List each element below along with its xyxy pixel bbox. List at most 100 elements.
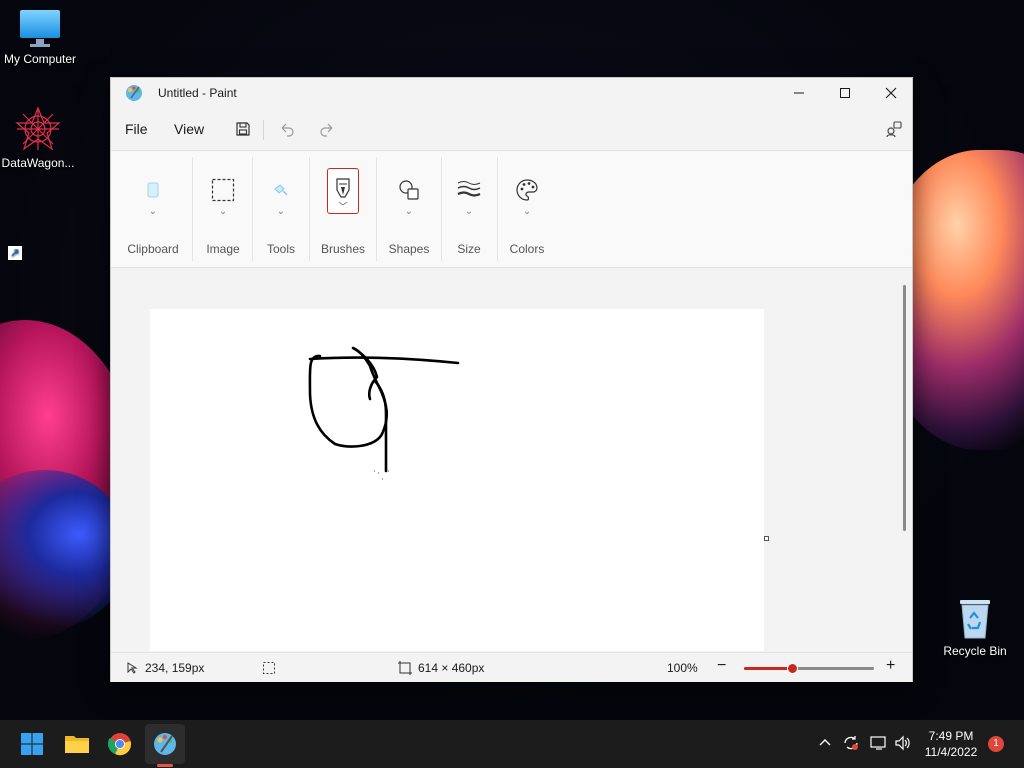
toolbar-divider — [263, 120, 264, 140]
chrome-button[interactable] — [100, 724, 140, 764]
redo-icon — [320, 123, 333, 137]
paint-app-icon — [125, 84, 143, 102]
chevron-down-icon: ⌄ — [404, 206, 414, 217]
ribbon-divider — [252, 157, 253, 261]
file-explorer-button[interactable] — [57, 724, 97, 764]
paint-icon — [154, 733, 176, 755]
maximize-button[interactable] — [822, 78, 868, 108]
canvas-size-text: 614 × 460px — [418, 661, 485, 675]
chevron-down-icon: ⌄ — [148, 206, 158, 217]
cursor-position: 234, 159px — [127, 661, 204, 675]
network-icon — [870, 736, 886, 750]
desktop-icon-recycle-bin[interactable]: Recycle Bin — [935, 596, 1015, 658]
network-tray-button[interactable] — [870, 735, 888, 754]
share-button[interactable] — [882, 118, 906, 140]
datawagon-logo-icon — [15, 106, 61, 152]
shortcut-arrow-icon: ↗ — [8, 246, 22, 260]
ribbon-group-label: Brushes — [320, 242, 366, 256]
zoom-slider[interactable] — [744, 663, 874, 674]
brush-button[interactable] — [327, 168, 359, 214]
minimize-button[interactable] — [776, 78, 822, 108]
sync-icon — [844, 736, 858, 750]
minimize-icon — [794, 92, 804, 94]
canvas-size-icon — [398, 661, 412, 675]
sync-tray-button[interactable] — [842, 735, 860, 754]
zoom-out-button[interactable]: − — [717, 657, 726, 675]
monitor-icon — [18, 8, 62, 48]
tools-icon — [264, 173, 298, 207]
redo-button[interactable] — [315, 118, 339, 140]
clipboard-icon — [136, 173, 170, 207]
desktop-icon-datawagon[interactable]: ↗ DataWagon... — [0, 106, 78, 260]
share-icon — [886, 121, 902, 138]
view-menu[interactable]: View — [174, 121, 204, 137]
canvas-resize-handle[interactable] — [764, 536, 769, 541]
chevron-down-icon: ⌄ — [464, 206, 474, 217]
desktop-icon-my-computer[interactable]: My Computer — [0, 8, 80, 66]
desktop-icon-label: Recycle Bin — [943, 644, 1007, 658]
desktop-icon-label: My Computer — [3, 52, 77, 66]
chevron-down-icon: ⌄ — [276, 206, 286, 217]
save-button[interactable] — [231, 118, 255, 140]
zoom-slider-thumb[interactable] — [787, 663, 799, 674]
ribbon-divider — [497, 157, 498, 261]
ribbon: ⌄ Clipboard ⌄ Image ⌄ Tools Brushes ⌄ Sh… — [111, 150, 912, 268]
undo-icon — [281, 123, 294, 137]
window-title: Untitled - Paint — [158, 86, 237, 100]
close-button[interactable] — [868, 78, 914, 108]
paint-taskbar-button[interactable] — [145, 724, 185, 764]
paint-window: Untitled - Paint File View ⌄ Clipboard ⌄… — [110, 77, 913, 682]
ribbon-group-image[interactable]: ⌄ Image — [193, 151, 253, 269]
ribbon-group-label: Clipboard — [127, 242, 179, 256]
select-icon — [206, 173, 240, 207]
status-bar: 234, 159px 614 × 460px 100% − + — [111, 652, 912, 682]
maximize-icon — [840, 88, 850, 98]
notification-badge[interactable]: 1 — [988, 736, 1004, 752]
menu-bar: File View — [111, 112, 912, 146]
ribbon-group-brushes[interactable]: Brushes — [313, 151, 373, 269]
ribbon-group-size[interactable]: ⌄ Size — [443, 151, 495, 269]
ribbon-group-label: Size — [457, 242, 481, 256]
canvas-size: 614 × 460px — [398, 661, 484, 675]
cursor-position-text: 234, 159px — [145, 661, 205, 675]
vertical-scrollbar[interactable] — [903, 285, 906, 531]
ribbon-divider — [376, 157, 377, 261]
pointer-icon — [127, 662, 138, 674]
clock-time: 7:49 PM — [928, 729, 974, 743]
close-icon — [885, 87, 897, 99]
active-app-indicator — [157, 764, 173, 767]
recycle-bin-icon — [955, 596, 995, 640]
ribbon-group-label: Image — [206, 242, 240, 256]
ribbon-divider — [309, 157, 310, 261]
chevron-up-icon — [819, 739, 831, 746]
ribbon-group-tools[interactable]: ⌄ Tools — [255, 151, 307, 269]
ribbon-group-clipboard[interactable]: ⌄ Clipboard — [119, 151, 187, 269]
desktop-icon-label: DataWagon... — [1, 156, 75, 170]
undo-button[interactable] — [275, 118, 299, 140]
save-icon — [236, 122, 250, 136]
zoom-slider-fill — [744, 667, 794, 670]
ribbon-group-colors[interactable]: ⌄ Colors — [501, 151, 553, 269]
zoom-level: 100% — [667, 661, 698, 675]
ribbon-group-label: Shapes — [388, 242, 430, 256]
chevron-down-icon: ⌄ — [218, 206, 228, 217]
drawing-canvas[interactable] — [150, 309, 764, 651]
volume-icon — [895, 735, 910, 751]
volume-tray-button[interactable] — [894, 735, 912, 754]
title-bar[interactable]: Untitled - Paint — [111, 78, 912, 108]
ribbon-group-shapes[interactable]: ⌄ Shapes — [379, 151, 439, 269]
selection-icon — [263, 662, 275, 674]
canvas-area — [111, 269, 912, 651]
chevron-down-icon: ⌄ — [522, 206, 532, 217]
brush-icon — [336, 178, 350, 206]
tray-overflow-button[interactable] — [818, 735, 832, 752]
clock-date: 11/4/2022 — [924, 745, 978, 759]
file-explorer-icon — [65, 736, 89, 753]
selection-size — [262, 661, 276, 675]
file-menu[interactable]: File — [125, 121, 148, 137]
zoom-in-button[interactable]: + — [886, 657, 895, 675]
stroke-size-icon — [452, 173, 486, 207]
start-button[interactable] — [12, 724, 52, 764]
system-clock[interactable]: 7:49 PM 11/4/2022 — [920, 728, 982, 760]
ribbon-group-label: Colors — [509, 242, 545, 256]
